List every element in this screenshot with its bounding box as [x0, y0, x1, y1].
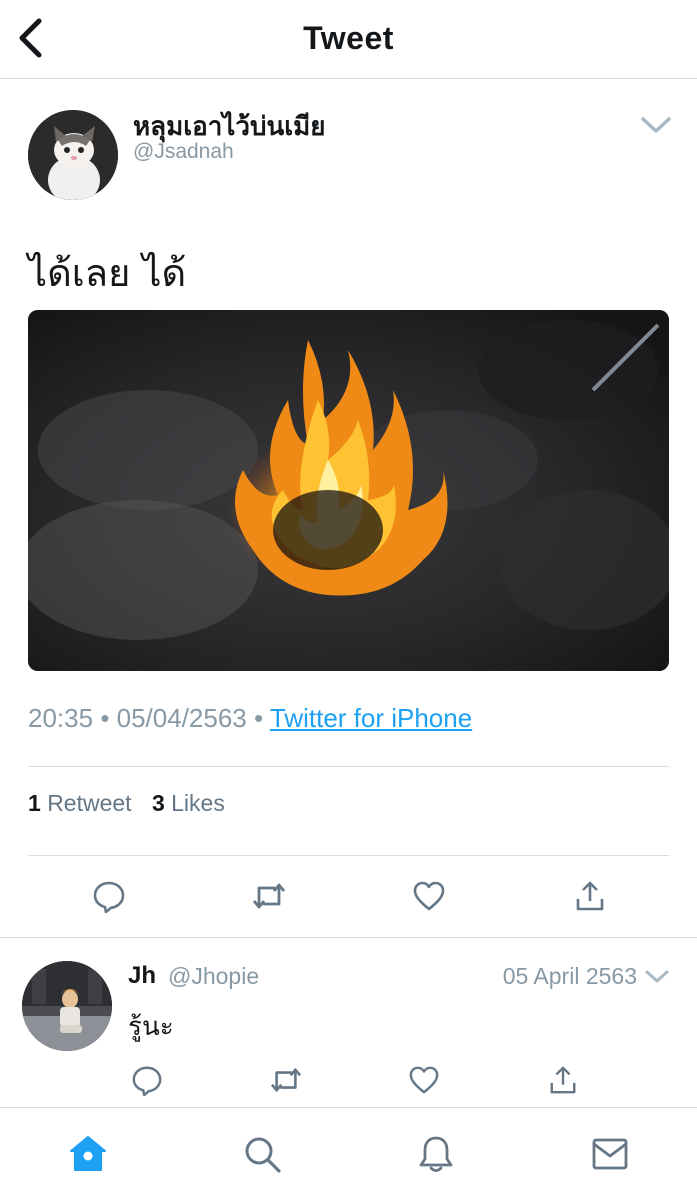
- cat-avatar-image: [28, 110, 118, 200]
- likes-stat[interactable]: 3 Likes: [152, 790, 225, 816]
- reply-display-name[interactable]: Jh: [128, 962, 156, 990]
- reply-retweet-button[interactable]: [266, 1060, 306, 1100]
- like-label: Likes: [171, 790, 225, 816]
- home-icon: [70, 1136, 106, 1171]
- meta-separator: •: [254, 703, 270, 733]
- author-handle[interactable]: @Jsadnah: [133, 140, 234, 164]
- chevron-down-icon: [641, 117, 671, 133]
- tab-notifications[interactable]: [414, 1132, 458, 1176]
- like-count: 3: [151, 790, 165, 816]
- tweet-stats: 1 Retweet 3 Likes: [28, 790, 239, 817]
- tweet-menu-button[interactable]: [638, 110, 674, 140]
- tweet-text: ได้เลย ได้: [28, 251, 187, 295]
- page-title: Tweet: [303, 20, 394, 56]
- bottom-tab-bar: [0, 1107, 697, 1200]
- divider: [28, 766, 669, 767]
- tab-search[interactable]: [240, 1132, 284, 1176]
- tweet-meta: 20:35 • 05/04/2563 • Twitter for iPhone: [28, 703, 472, 734]
- share-icon: [550, 1066, 576, 1094]
- like-button[interactable]: [409, 876, 449, 916]
- reply-menu-button[interactable]: [643, 963, 671, 991]
- top-bar: Tweet: [0, 0, 697, 79]
- share-icon: [576, 881, 604, 911]
- tweet-photo[interactable]: [28, 310, 669, 671]
- tweet-source-link[interactable]: Twitter for iPhone: [270, 703, 472, 733]
- divider: [0, 937, 697, 938]
- search-icon: [245, 1137, 281, 1173]
- retweet-button[interactable]: [249, 876, 289, 916]
- fire-photo-image: [28, 310, 669, 671]
- comment-bubble-icon: [93, 881, 125, 913]
- retweet-icon: [270, 1068, 302, 1092]
- comment-bubble-icon: [132, 1066, 162, 1096]
- retweet-icon: [252, 883, 286, 909]
- meta-separator: •: [100, 703, 117, 733]
- tweet-date: 05/04/2563: [116, 703, 247, 733]
- reply-like-button[interactable]: [404, 1060, 444, 1100]
- heart-icon: [413, 881, 445, 911]
- avatar[interactable]: [28, 110, 118, 200]
- reply-text: รู้นะ: [128, 1012, 174, 1042]
- retweet-label: Retweet: [47, 790, 132, 816]
- reply-avatar[interactable]: [22, 961, 112, 1051]
- chevron-down-icon: [645, 970, 669, 983]
- reply-button[interactable]: [89, 876, 129, 916]
- reply-reply-button[interactable]: [127, 1060, 167, 1100]
- share-button[interactable]: [570, 876, 610, 916]
- reply-handle[interactable]: @Jhopie: [168, 963, 259, 990]
- retweet-count: 1: [28, 790, 41, 816]
- reply-date: 05 April 2563: [502, 963, 637, 989]
- envelope-icon: [592, 1138, 628, 1170]
- divider: [28, 855, 669, 856]
- tab-messages[interactable]: [588, 1132, 632, 1176]
- heart-icon: [409, 1066, 439, 1094]
- person-avatar-image: [22, 961, 112, 1051]
- tweet-time: 20:35: [28, 703, 94, 733]
- retweets-stat[interactable]: 1 Retweet: [28, 790, 132, 816]
- bell-icon: [419, 1136, 453, 1172]
- reply-share-button[interactable]: [543, 1060, 583, 1100]
- tab-home[interactable]: [66, 1132, 110, 1176]
